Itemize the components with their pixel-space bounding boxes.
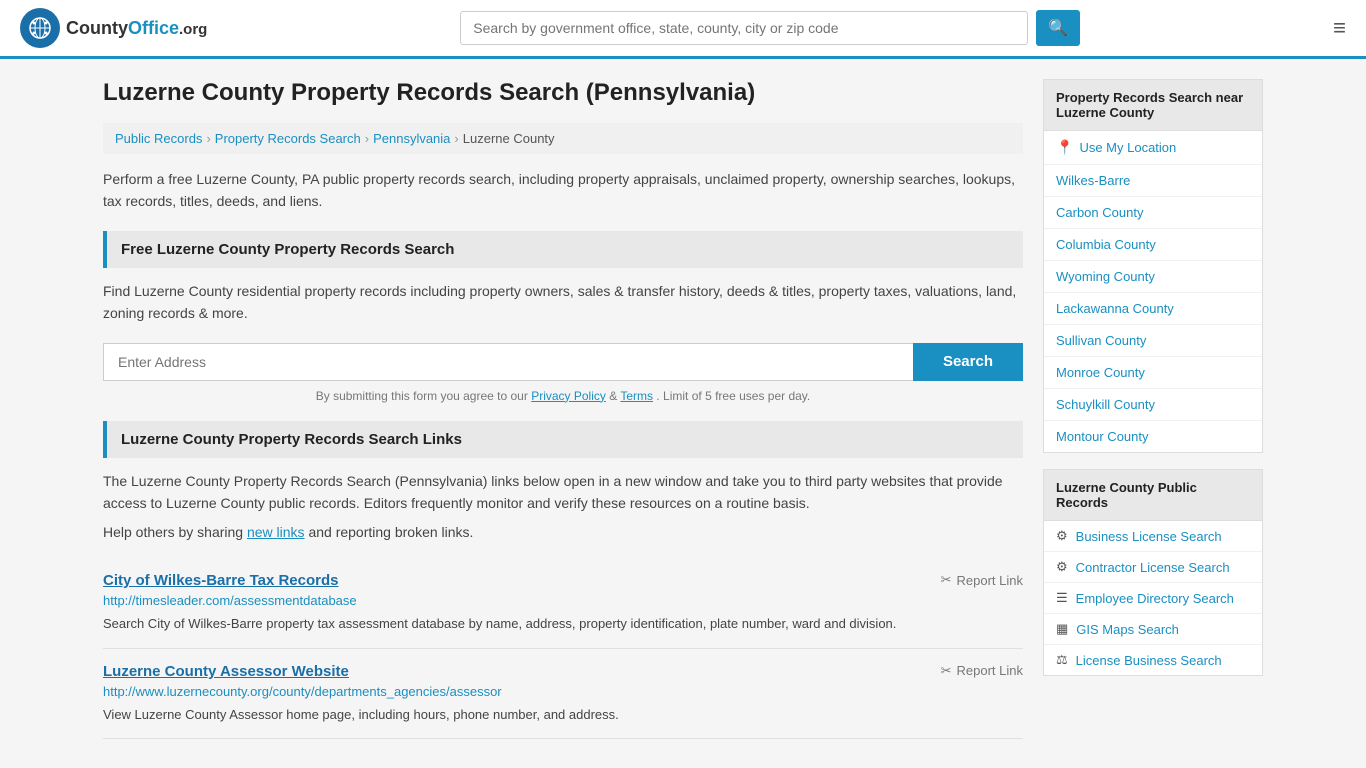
nearby-sullivan-county[interactable]: Sullivan County bbox=[1044, 325, 1262, 357]
page-description: Perform a free Luzerne County, PA public… bbox=[103, 168, 1023, 213]
report-link-button[interactable]: ✂ Report Link bbox=[941, 663, 1023, 679]
breadcrumb-pennsylvania[interactable]: Pennsylvania bbox=[373, 131, 450, 146]
global-search-input[interactable] bbox=[460, 11, 1028, 45]
report-link-button[interactable]: ✂ Report Link bbox=[941, 572, 1023, 588]
main-content: Luzerne County Property Records Search (… bbox=[103, 79, 1023, 739]
employee-directory-link[interactable]: Employee Directory Search bbox=[1076, 591, 1234, 606]
record-title-link[interactable]: Luzerne County Assessor Website bbox=[103, 663, 349, 680]
nearby-wyoming-county[interactable]: Wyoming County bbox=[1044, 261, 1262, 293]
free-search-description: Find Luzerne County residential property… bbox=[103, 280, 1023, 325]
breadcrumb-current: Luzerne County bbox=[463, 131, 555, 146]
record-description: View Luzerne County Assessor home page, … bbox=[103, 705, 1023, 725]
menu-button[interactable]: ≡ bbox=[1333, 15, 1346, 41]
sidebar: Property Records Search near Luzerne Cou… bbox=[1043, 79, 1263, 739]
gear-icon: ⚙ bbox=[1056, 528, 1068, 544]
global-search-button[interactable]: 🔍 bbox=[1036, 10, 1080, 46]
record-item-header: City of Wilkes-Barre Tax Records ✂ Repor… bbox=[103, 572, 1023, 589]
breadcrumb-property-records[interactable]: Property Records Search bbox=[215, 131, 361, 146]
license-icon: ⚖ bbox=[1056, 652, 1068, 668]
business-license-link[interactable]: Business License Search bbox=[1076, 529, 1222, 544]
record-url[interactable]: http://www.luzernecounty.org/county/depa… bbox=[103, 684, 1023, 699]
nearby-schuylkill-county[interactable]: Schuylkill County bbox=[1044, 389, 1262, 421]
links-section-heading: Luzerne County Property Records Search L… bbox=[103, 421, 1023, 458]
breadcrumb: Public Records › Property Records Search… bbox=[103, 123, 1023, 154]
employee-directory-item[interactable]: ☰ Employee Directory Search bbox=[1044, 583, 1262, 614]
wilkes-barre-link[interactable]: Wilkes-Barre bbox=[1056, 173, 1130, 188]
nearby-montour-county[interactable]: Montour County bbox=[1044, 421, 1262, 452]
record-title-link[interactable]: City of Wilkes-Barre Tax Records bbox=[103, 572, 339, 589]
new-links-link[interactable]: new links bbox=[247, 524, 305, 540]
nearby-wilkes-barre[interactable]: Wilkes-Barre bbox=[1044, 165, 1262, 197]
search-icon: 🔍 bbox=[1048, 20, 1068, 37]
gis-maps-item[interactable]: ▦ GIS Maps Search bbox=[1044, 614, 1262, 645]
nearby-section: Property Records Search near Luzerne Cou… bbox=[1043, 79, 1263, 453]
wrench-icon: ✂ bbox=[941, 663, 952, 679]
montour-county-link[interactable]: Montour County bbox=[1056, 429, 1149, 444]
license-business-item[interactable]: ⚖ License Business Search bbox=[1044, 645, 1262, 675]
license-business-link[interactable]: License Business Search bbox=[1076, 653, 1222, 668]
record-item-header: Luzerne County Assessor Website ✂ Report… bbox=[103, 663, 1023, 680]
page-title: Luzerne County Property Records Search (… bbox=[103, 79, 1023, 107]
form-note: By submitting this form you agree to our… bbox=[103, 389, 1023, 403]
logo-icon bbox=[20, 8, 60, 48]
nearby-monroe-county[interactable]: Monroe County bbox=[1044, 357, 1262, 389]
header: CountyOffice.org 🔍 ≡ bbox=[0, 0, 1366, 59]
location-icon: 📍 bbox=[1056, 139, 1073, 156]
logo-text: CountyOffice.org bbox=[66, 18, 207, 39]
address-search-button[interactable]: Search bbox=[913, 343, 1023, 381]
share-links-text: Help others by sharing new links and rep… bbox=[103, 524, 1023, 540]
record-item: Luzerne County Assessor Website ✂ Report… bbox=[103, 649, 1023, 740]
record-title: City of Wilkes-Barre Tax Records bbox=[103, 572, 339, 589]
record-url[interactable]: http://timesleader.com/assessmentdatabas… bbox=[103, 593, 1023, 608]
links-description: The Luzerne County Property Records Sear… bbox=[103, 470, 1023, 515]
public-records-section-header: Luzerne County Public Records bbox=[1044, 470, 1262, 521]
monroe-county-link[interactable]: Monroe County bbox=[1056, 365, 1145, 380]
nearby-carbon-county[interactable]: Carbon County bbox=[1044, 197, 1262, 229]
columbia-county-link[interactable]: Columbia County bbox=[1056, 237, 1156, 252]
contractor-license-link[interactable]: Contractor License Search bbox=[1076, 560, 1230, 575]
business-license-item[interactable]: ⚙ Business License Search bbox=[1044, 521, 1262, 552]
privacy-policy-link[interactable]: Privacy Policy bbox=[531, 389, 606, 403]
use-my-location-item[interactable]: 📍 Use My Location bbox=[1044, 131, 1262, 165]
terms-link[interactable]: Terms bbox=[620, 389, 653, 403]
record-title: Luzerne County Assessor Website bbox=[103, 663, 349, 680]
gear-icon-2: ⚙ bbox=[1056, 559, 1068, 575]
use-my-location-link[interactable]: Use My Location bbox=[1079, 140, 1176, 155]
wyoming-county-link[interactable]: Wyoming County bbox=[1056, 269, 1155, 284]
sullivan-county-link[interactable]: Sullivan County bbox=[1056, 333, 1146, 348]
nearby-section-header: Property Records Search near Luzerne Cou… bbox=[1044, 80, 1262, 131]
record-item: City of Wilkes-Barre Tax Records ✂ Repor… bbox=[103, 558, 1023, 649]
schuylkill-county-link[interactable]: Schuylkill County bbox=[1056, 397, 1155, 412]
carbon-county-link[interactable]: Carbon County bbox=[1056, 205, 1143, 220]
nearby-columbia-county[interactable]: Columbia County bbox=[1044, 229, 1262, 261]
wrench-icon: ✂ bbox=[941, 572, 952, 588]
lackawanna-county-link[interactable]: Lackawanna County bbox=[1056, 301, 1174, 316]
free-search-heading: Free Luzerne County Property Records Sea… bbox=[103, 231, 1023, 268]
contractor-license-item[interactable]: ⚙ Contractor License Search bbox=[1044, 552, 1262, 583]
nearby-lackawanna-county[interactable]: Lackawanna County bbox=[1044, 293, 1262, 325]
page-container: Luzerne County Property Records Search (… bbox=[83, 59, 1283, 759]
record-description: Search City of Wilkes-Barre property tax… bbox=[103, 614, 1023, 634]
logo: CountyOffice.org bbox=[20, 8, 207, 48]
directory-icon: ☰ bbox=[1056, 590, 1068, 606]
breadcrumb-public-records[interactable]: Public Records bbox=[115, 131, 202, 146]
map-icon: ▦ bbox=[1056, 621, 1068, 637]
address-search-form: Search bbox=[103, 343, 1023, 381]
address-search-input[interactable] bbox=[103, 343, 913, 381]
global-search-area: 🔍 bbox=[460, 10, 1080, 46]
public-records-section: Luzerne County Public Records ⚙ Business… bbox=[1043, 469, 1263, 676]
gis-maps-link[interactable]: GIS Maps Search bbox=[1076, 622, 1179, 637]
